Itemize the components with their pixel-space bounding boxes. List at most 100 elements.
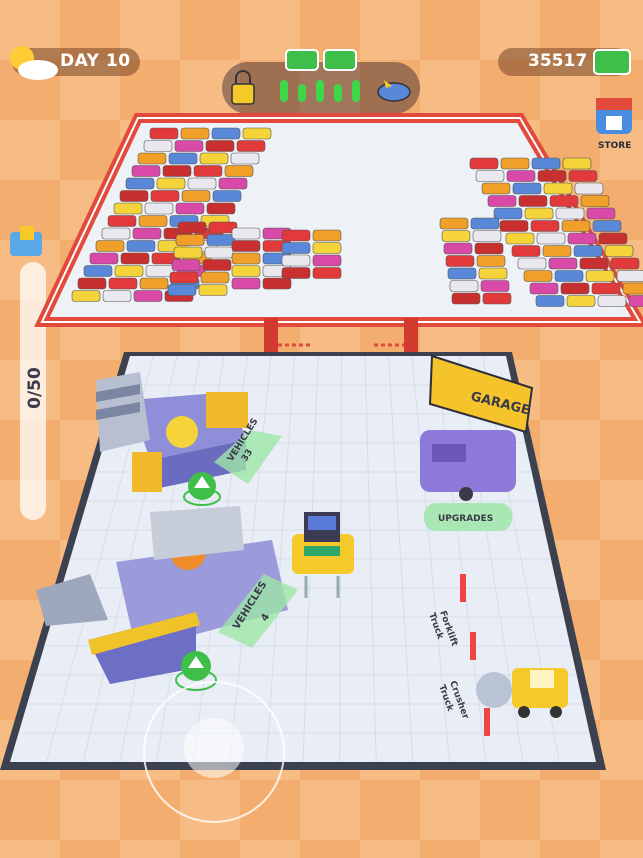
parked-car (580, 195, 610, 207)
upgrades-zone[interactable]: UPGRADES (424, 503, 512, 531)
parked-car (523, 270, 553, 282)
parked-car (77, 277, 107, 290)
parked-car (125, 177, 155, 190)
parked-car (205, 140, 235, 152)
parked-car (439, 217, 469, 230)
parked-car (542, 245, 572, 257)
parked-car (173, 246, 203, 259)
parked-car (447, 267, 477, 280)
parked-car (120, 252, 150, 265)
parked-car (500, 157, 530, 170)
parked-car (512, 182, 542, 195)
parked-car (476, 255, 506, 267)
parked-car (138, 215, 168, 227)
parked-car (102, 290, 132, 302)
parked-car (242, 127, 272, 140)
store-icon[interactable] (596, 98, 632, 134)
parked-car (536, 232, 566, 245)
parked-car (469, 157, 499, 170)
parked-car (231, 277, 261, 290)
parked-car (199, 152, 229, 165)
parked-car (95, 240, 125, 252)
sun-cloud-icon (10, 46, 58, 80)
parked-car (591, 282, 621, 295)
parked-car (113, 202, 143, 215)
parked-car (206, 234, 236, 246)
parked-car (622, 282, 643, 295)
parked-car (162, 165, 192, 177)
parked-car (281, 267, 311, 279)
parked-car (566, 295, 596, 307)
parked-car (202, 259, 232, 271)
parked-car (517, 257, 547, 270)
parked-car (231, 265, 261, 277)
parked-car (518, 195, 548, 207)
unlock-bar (352, 80, 360, 102)
parked-car (592, 220, 622, 232)
parked-car (562, 157, 592, 170)
parked-car (206, 202, 236, 215)
parked-car (193, 165, 223, 177)
parked-car (218, 177, 248, 190)
parked-car (474, 242, 504, 255)
unlock-bar (334, 84, 342, 102)
parked-car (204, 246, 234, 259)
parked-car (231, 227, 261, 240)
parked-car (616, 270, 643, 282)
upgrade-trailer[interactable] (420, 430, 516, 501)
parked-car (149, 127, 179, 140)
parked-car (487, 195, 517, 207)
parked-car (481, 182, 511, 195)
parked-car (505, 232, 535, 245)
parked-car (139, 277, 169, 290)
parked-car (89, 252, 119, 265)
parked-car (628, 295, 643, 307)
parked-car (212, 190, 242, 202)
parked-car (71, 290, 101, 302)
parked-car (499, 220, 529, 232)
parked-car (262, 277, 292, 290)
parked-car (555, 207, 585, 220)
parked-car (451, 292, 481, 305)
cash-stack-icon (593, 49, 631, 75)
parked-car (143, 140, 173, 152)
parked-car (181, 190, 211, 202)
parked-car (137, 152, 167, 165)
parked-car (312, 229, 342, 242)
flying-car-icon (377, 80, 411, 102)
parked-car (449, 280, 479, 292)
parked-car (108, 277, 138, 290)
parked-car (472, 230, 502, 242)
parked-car (548, 257, 578, 270)
parked-car (586, 207, 616, 220)
parked-car (281, 242, 311, 254)
parked-car (132, 227, 162, 240)
parked-car (506, 170, 536, 182)
game-scene: VEHICLES 33 VEHICLES 4 GARAGE UPGRADES F… (0, 46, 643, 823)
unlock-bar (316, 80, 324, 102)
parked-car (171, 259, 201, 271)
parked-car (126, 240, 156, 252)
parked-car (554, 270, 584, 282)
parked-car (573, 245, 603, 257)
parked-car (543, 182, 573, 195)
forklift-icon (10, 226, 42, 256)
parked-car (169, 271, 199, 284)
parked-car (493, 207, 523, 220)
parked-car (478, 267, 508, 280)
parked-car (200, 271, 230, 284)
parked-car (231, 240, 261, 252)
parked-car (114, 265, 144, 277)
parked-car (168, 152, 198, 165)
parked-car (133, 290, 163, 302)
cash-stack-icon (285, 49, 357, 71)
gate-post-right (404, 318, 418, 354)
parked-car (150, 190, 180, 202)
parked-car (230, 152, 260, 165)
parked-car (475, 170, 505, 182)
parked-car (180, 127, 210, 140)
parked-car (236, 140, 266, 152)
parked-car (561, 220, 591, 232)
parked-car (144, 202, 174, 215)
parked-car (530, 220, 560, 232)
